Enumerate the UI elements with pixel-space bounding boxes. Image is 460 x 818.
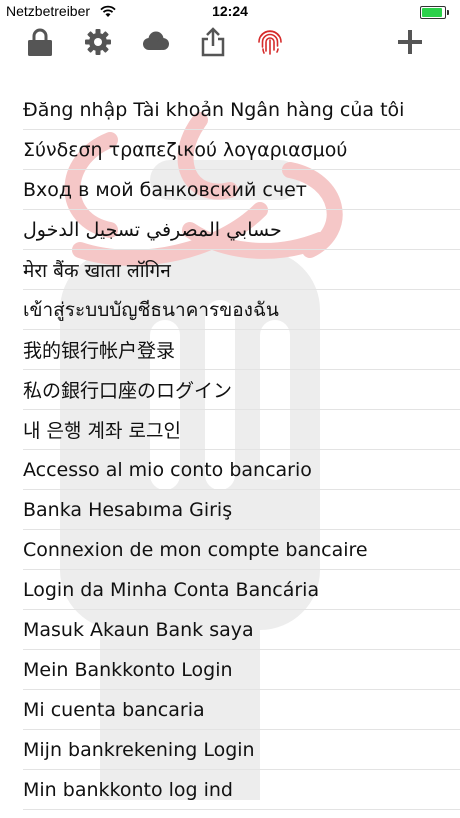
list-item[interactable]: Masuk Akaun Bank saya [23,610,460,650]
list-item[interactable]: Σύνδεση τραπεζικού λογαριασμού [23,130,460,170]
list-item-label: 我的银行帐户登录 [23,340,176,362]
share-button[interactable] [197,26,229,58]
list-item-label: Đăng nhập Tài khoản Ngân hàng của tôi [23,98,405,121]
battery-icon [420,6,449,19]
list-item[interactable]: เข้าสู่ระบบบัญชีธนาคารของฉัน [23,290,460,330]
list-item[interactable]: 내 은행 계좌 로그인 [23,410,460,450]
list-item[interactable]: मेरा बैंक खाता लॉगिन [23,250,460,290]
list-item-label: Σύνδεση τραπεζικού λογαριασμού [23,138,348,161]
toolbar [0,22,460,62]
list-item[interactable]: Login da Minha Conta Bancária [23,570,460,610]
list-item-label: Mein Bankkonto Login [23,658,233,681]
list-item[interactable]: 我的银行帐户登录 [23,330,460,370]
status-time: 12:24 [212,3,248,19]
list-item[interactable]: Mein Bankkonto Login [23,650,460,690]
touch-id-button[interactable] [254,26,286,58]
list-item-label: Accesso al mio conto bancario [23,458,312,481]
list-item[interactable]: 私の銀行口座のログイン [23,370,460,410]
list-item[interactable]: Min bankkonto log ind [23,770,460,810]
status-bar: Netzbetreiber 12:24 [0,0,460,22]
list-item[interactable]: حسابي المصرفي تسجيل الدخول [23,210,460,250]
list-item[interactable]: Mijn bankrekening Login [23,730,460,770]
list-item-label: 내 은행 계좌 로그인 [23,420,181,442]
gear-icon [85,29,111,55]
list-item-label: Login da Minha Conta Bancária [23,578,320,601]
list-item-label: 私の銀行口座のログイン [23,380,233,402]
list-item-label: Min bankkonto log ind [23,778,233,801]
list-item-label: حسابي المصرفي تسجيل الدخول [23,218,282,241]
list-item[interactable]: Banka Hesabıma Giriş [23,490,460,530]
list-item-label: Masuk Akaun Bank saya [23,618,254,641]
lock-icon [28,28,52,56]
settings-button[interactable] [82,26,114,58]
lock-button[interactable] [24,26,56,58]
list-item-label: Mijn bankrekening Login [23,738,255,761]
list-item-label: Connexion de mon compte bancaire [23,538,368,561]
plus-icon [398,30,422,54]
list-item-label: Banka Hesabıma Giriş [23,498,233,521]
add-button[interactable] [394,26,426,58]
share-icon [201,27,225,57]
list-item-label: Вход в мой банковский счет [23,178,307,201]
list-item[interactable]: Mi cuenta bancaria [23,690,460,730]
account-list: Đăng nhập Tài khoản Ngân hàng của tôi Σύν… [0,90,460,810]
list-item-label: เข้าสู่ระบบบัญชีธนาคารของฉัน [23,298,279,321]
list-item[interactable]: Đăng nhập Tài khoản Ngân hàng của tôi [23,90,460,130]
list-item-label: Mi cuenta bancaria [23,698,205,721]
list-item-label: मेरा बैंक खाता लॉगिन [23,259,171,282]
list-item[interactable]: Вход в мой банковский счет [23,170,460,210]
cloud-icon [143,31,169,50]
list-item[interactable]: Accesso al mio conto bancario [23,450,460,490]
fingerprint-icon [258,30,282,55]
list-item[interactable]: Connexion de mon compte bancaire [23,530,460,570]
cloud-button[interactable] [139,26,171,58]
